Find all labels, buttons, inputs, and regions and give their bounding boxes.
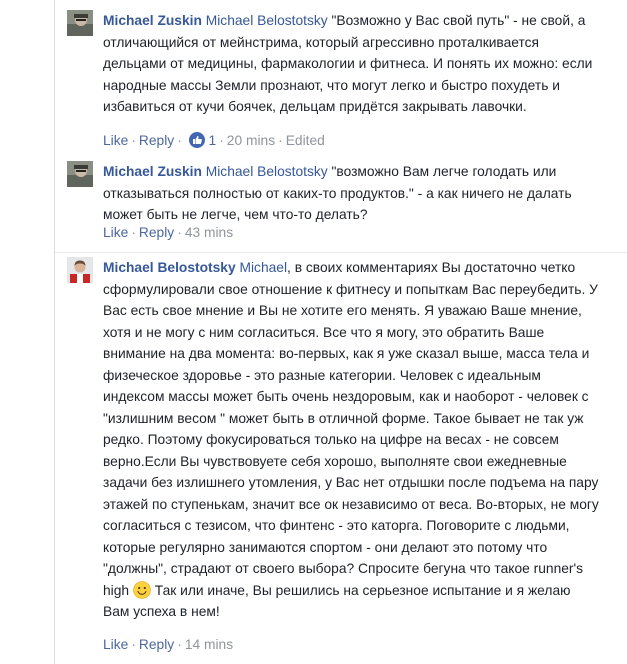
reply-button[interactable]: Reply (139, 133, 174, 148)
reply-button[interactable]: Reply (139, 637, 174, 652)
comment-actions: Like · Reply · 43 mins (103, 225, 233, 240)
comment-body-continued: Так или иначе, Вы решились на серьезное … (103, 582, 571, 620)
like-button[interactable]: Like (103, 133, 128, 148)
timestamp[interactable]: 43 mins (185, 225, 233, 240)
mention-link[interactable]: Michael (240, 260, 288, 275)
thread-line (54, 0, 55, 664)
like-reaction-icon[interactable] (188, 132, 205, 148)
separator: · (131, 225, 136, 240)
comment-actions: Like · Reply · 14 mins (103, 637, 233, 652)
avatar[interactable] (67, 161, 93, 187)
comment-body: "Возможно у Вас свой путь" - не свой, а … (103, 13, 593, 114)
separator: · (131, 133, 136, 148)
mention-link[interactable]: Michael Belostotsky (206, 164, 328, 179)
like-button[interactable]: Like (103, 637, 128, 652)
mention-link[interactable]: Michael Belostotsky (206, 13, 328, 28)
separator: · (177, 637, 182, 652)
smile-emoji-icon (133, 580, 151, 599)
timestamp[interactable]: 20 mins (227, 133, 275, 148)
comment-actions: Like · Reply · 1 · 20 mins · Edited (103, 132, 325, 148)
comment-text: Michael Belostotsky Michael, в своих ком… (103, 257, 599, 623)
separator: · (278, 133, 283, 148)
separator: · (177, 133, 182, 148)
comment-author[interactable]: Michael Zuskin (103, 164, 202, 179)
separator: · (131, 637, 136, 652)
separator: · (219, 133, 224, 148)
comment-body: , в своих комментариях Вы достаточно чет… (103, 260, 599, 598)
divider (55, 252, 627, 253)
separator: · (177, 225, 182, 240)
comment-text: Michael Zuskin Michael Belostotsky "Возм… (103, 10, 599, 118)
avatar[interactable] (67, 10, 93, 36)
comment-author[interactable]: Michael Belostotsky (103, 260, 236, 275)
comment-text: Michael Zuskin Michael Belostotsky "возм… (103, 161, 599, 226)
timestamp[interactable]: 14 mins (185, 637, 233, 652)
comment-author[interactable]: Michael Zuskin (103, 13, 202, 28)
edited-label[interactable]: Edited (286, 133, 325, 148)
reply-button[interactable]: Reply (139, 225, 174, 240)
avatar[interactable] (67, 257, 93, 283)
like-button[interactable]: Like (103, 225, 128, 240)
